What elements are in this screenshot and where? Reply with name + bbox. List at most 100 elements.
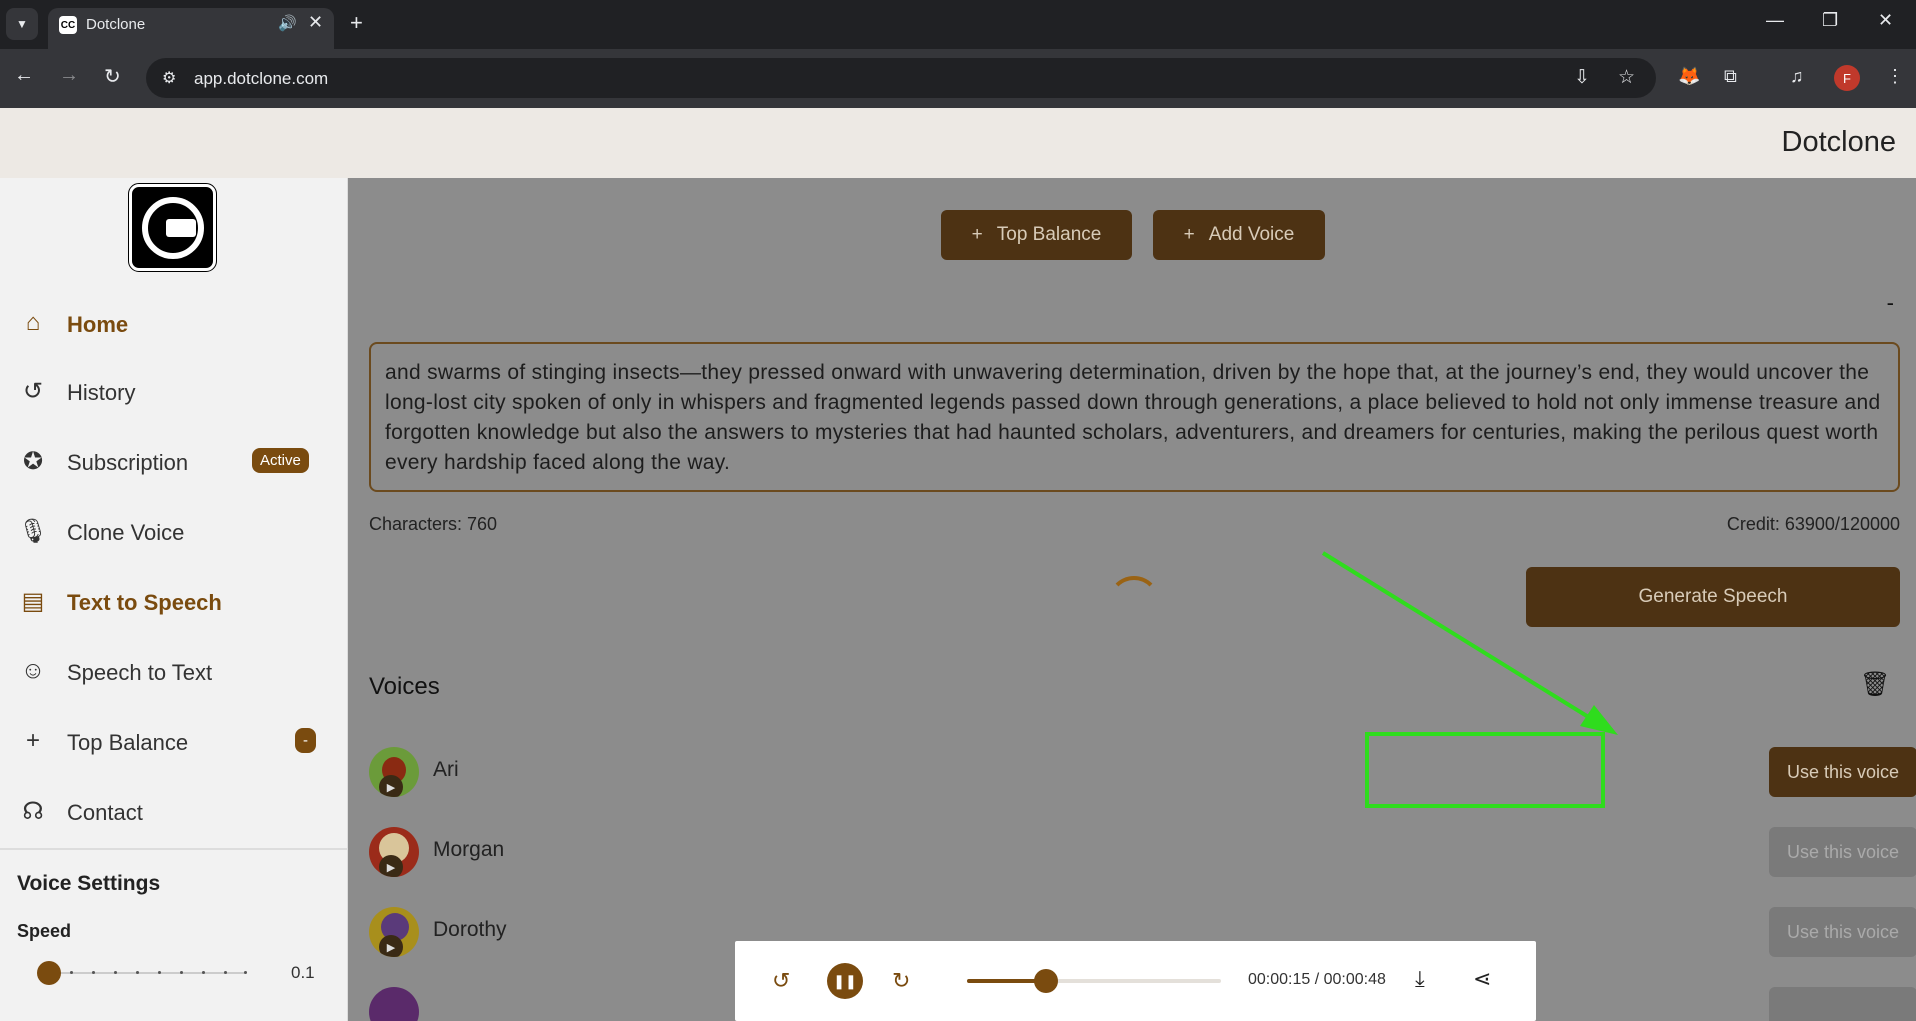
media-control-icon[interactable]: ♫ xyxy=(1790,66,1804,87)
speed-slider-thumb[interactable] xyxy=(37,961,61,985)
window-close-icon[interactable]: ✕ xyxy=(1878,10,1893,31)
status-badge: Active xyxy=(252,448,309,473)
speed-label: Speed xyxy=(17,921,72,941)
speed-value: 0.1 xyxy=(291,963,315,982)
speaker-icon[interactable]: 🔊 xyxy=(278,14,297,32)
play-icon[interactable]: ▶ xyxy=(379,935,403,957)
sidebar-item-label: Text to Speech xyxy=(67,590,222,615)
loading-spinner-icon xyxy=(1108,576,1160,628)
plus-icon: + xyxy=(971,224,983,245)
address-bar: ← → ↻ ⚙ app.dotclone.com ⇩ ☆ 🦊 ⧉ ♫ F ⋮ xyxy=(0,49,1916,108)
voice-row-morgan: ▶ Morgan Use this voice xyxy=(369,827,1916,887)
history-icon: ↺ xyxy=(22,378,44,405)
top-balance-button[interactable]: + Top Balance xyxy=(941,210,1132,260)
tab-close-icon[interactable]: ✕ xyxy=(308,12,323,33)
extensions-puzzle-icon[interactable]: ⧉ xyxy=(1724,66,1737,87)
site-settings-icon[interactable]: ⚙ xyxy=(162,68,176,88)
add-voice-label: Add Voice xyxy=(1208,224,1295,245)
use-voice-button[interactable]: Use this voice xyxy=(1769,907,1916,957)
sidebar-item-label: Subscription xyxy=(67,450,189,475)
trash-icon[interactable]: 🗑 xyxy=(1860,670,1890,699)
browser-tab-bar: ▼ CC Dotclone 🔊 ✕ + — ❐ ✕ xyxy=(0,0,1916,49)
sidebar-item-clone-voice[interactable]: 🎙 Clone Voice xyxy=(0,504,348,560)
back-icon[interactable]: ← xyxy=(14,64,34,87)
avatar: ▶ xyxy=(369,827,419,877)
annotation-highlight-box xyxy=(1365,732,1605,808)
play-icon[interactable]: ▶ xyxy=(379,855,403,877)
sidebar-item-label: Top Balance xyxy=(67,730,189,755)
restore-icon[interactable]: ❐ xyxy=(1822,10,1838,31)
generate-speech-label: Generate Speech xyxy=(1638,586,1788,607)
generate-speech-button[interactable]: Generate Speech xyxy=(1526,567,1900,627)
avatar: ▶ xyxy=(369,907,419,957)
sidebar: ⌂ Home ↺ History ✪ Subscription Active 🎙… xyxy=(0,178,348,1021)
forward-10-icon[interactable]: ↻ xyxy=(892,968,910,994)
voice-name: Morgan xyxy=(433,838,505,861)
sidebar-item-subscription[interactable]: ✪ Subscription Active xyxy=(0,434,348,490)
sidebar-divider xyxy=(0,848,348,850)
use-voice-button[interactable]: Use this voice xyxy=(1769,827,1916,877)
document-icon: ▤ xyxy=(21,588,45,615)
avatar: ▶ xyxy=(369,747,419,797)
progress-thumb[interactable] xyxy=(1034,969,1059,993)
install-app-icon[interactable]: ⇩ xyxy=(1574,66,1590,89)
download-icon[interactable]: ⤓ xyxy=(1415,966,1425,992)
play-icon[interactable]: ▶ xyxy=(379,775,403,797)
speaking-person-icon: ☺ xyxy=(20,657,46,684)
voice-name: Ari xyxy=(433,758,459,781)
text-input[interactable]: and swarms of stinging insects—they pres… xyxy=(369,342,1900,492)
new-tab-icon[interactable]: + xyxy=(350,10,363,36)
sidebar-item-speech-to-text[interactable]: ☺ Speech to Text xyxy=(0,644,348,700)
top-balance-label: Top Balance xyxy=(996,224,1102,245)
reload-icon[interactable]: ↻ xyxy=(104,64,121,89)
balance-badge: - xyxy=(295,728,316,753)
plus-icon: + xyxy=(1183,224,1195,245)
dotclone-logo[interactable] xyxy=(128,183,217,272)
menu-kebab-icon[interactable]: ⋮ xyxy=(1886,66,1904,87)
rewind-10-icon[interactable]: ↺ xyxy=(772,968,790,994)
sidebar-item-home[interactable]: ⌂ Home xyxy=(0,296,348,352)
omnibox[interactable]: ⚙ app.dotclone.com ⇩ ☆ xyxy=(146,58,1656,98)
use-voice-button-partial[interactable] xyxy=(1769,987,1916,1021)
use-voice-button[interactable]: Use this voice xyxy=(1769,747,1916,797)
badge-icon: ✪ xyxy=(22,448,44,475)
sidebar-item-label: History xyxy=(67,380,136,405)
voices-title: Voices xyxy=(369,673,440,700)
add-voice-button[interactable]: + Add Voice xyxy=(1153,210,1325,260)
profile-avatar[interactable]: F xyxy=(1834,65,1860,91)
share-icon[interactable]: ⋖ xyxy=(1473,966,1491,992)
credit-count: Credit: 63900/120000 xyxy=(1726,514,1900,534)
home-icon: ⌂ xyxy=(25,309,41,336)
collapse-toggle[interactable]: - xyxy=(1887,290,1894,316)
browser-tab[interactable]: CC Dotclone 🔊 ✕ xyxy=(48,8,334,49)
plus-icon: + xyxy=(25,727,40,754)
character-count: Characters: 760 xyxy=(369,514,498,534)
microphone-icon: 🎙 xyxy=(18,518,49,545)
pause-button[interactable]: ❚❚ xyxy=(827,963,863,999)
sidebar-item-label: Home xyxy=(67,312,129,337)
sidebar-item-label: Contact xyxy=(67,800,143,825)
speed-slider-track[interactable] xyxy=(48,971,247,974)
progress-bar[interactable] xyxy=(967,969,1221,993)
main-content: + Top Balance + Add Voice - and swarms o… xyxy=(348,178,1916,1021)
playback-time: 00:00:15 / 00:00:48 xyxy=(1248,971,1386,988)
tab-list-chevron-icon[interactable]: ▼ xyxy=(6,8,38,40)
sidebar-item-text-to-speech[interactable]: ▤ Text to Speech xyxy=(0,574,348,630)
avatar-partial xyxy=(369,987,419,1021)
fox-extension-icon[interactable]: 🦊 xyxy=(1678,66,1700,87)
tab-title: Dotclone xyxy=(86,16,146,33)
forward-icon[interactable]: → xyxy=(59,64,79,87)
headset-icon: ☊ xyxy=(22,798,44,825)
app-header: Dotclone xyxy=(0,108,1916,178)
sidebar-item-label: Clone Voice xyxy=(67,520,185,545)
sidebar-item-contact[interactable]: ☊ Contact xyxy=(0,784,348,840)
sidebar-item-top-balance[interactable]: + Top Balance - xyxy=(0,714,348,770)
sidebar-item-label: Speech to Text xyxy=(67,660,213,685)
favicon-icon: CC xyxy=(59,16,77,34)
audio-player: ↺ ❚❚ ↻ 00:00:15 / 00:00:48 ⤓ ⋖ xyxy=(735,941,1536,1021)
voice-settings-title: Voice Settings xyxy=(17,872,161,895)
bookmark-star-icon[interactable]: ☆ xyxy=(1618,66,1635,89)
minimize-icon[interactable]: — xyxy=(1766,10,1784,31)
url-text[interactable]: app.dotclone.com xyxy=(194,69,328,89)
sidebar-item-history[interactable]: ↺ History xyxy=(0,364,348,420)
